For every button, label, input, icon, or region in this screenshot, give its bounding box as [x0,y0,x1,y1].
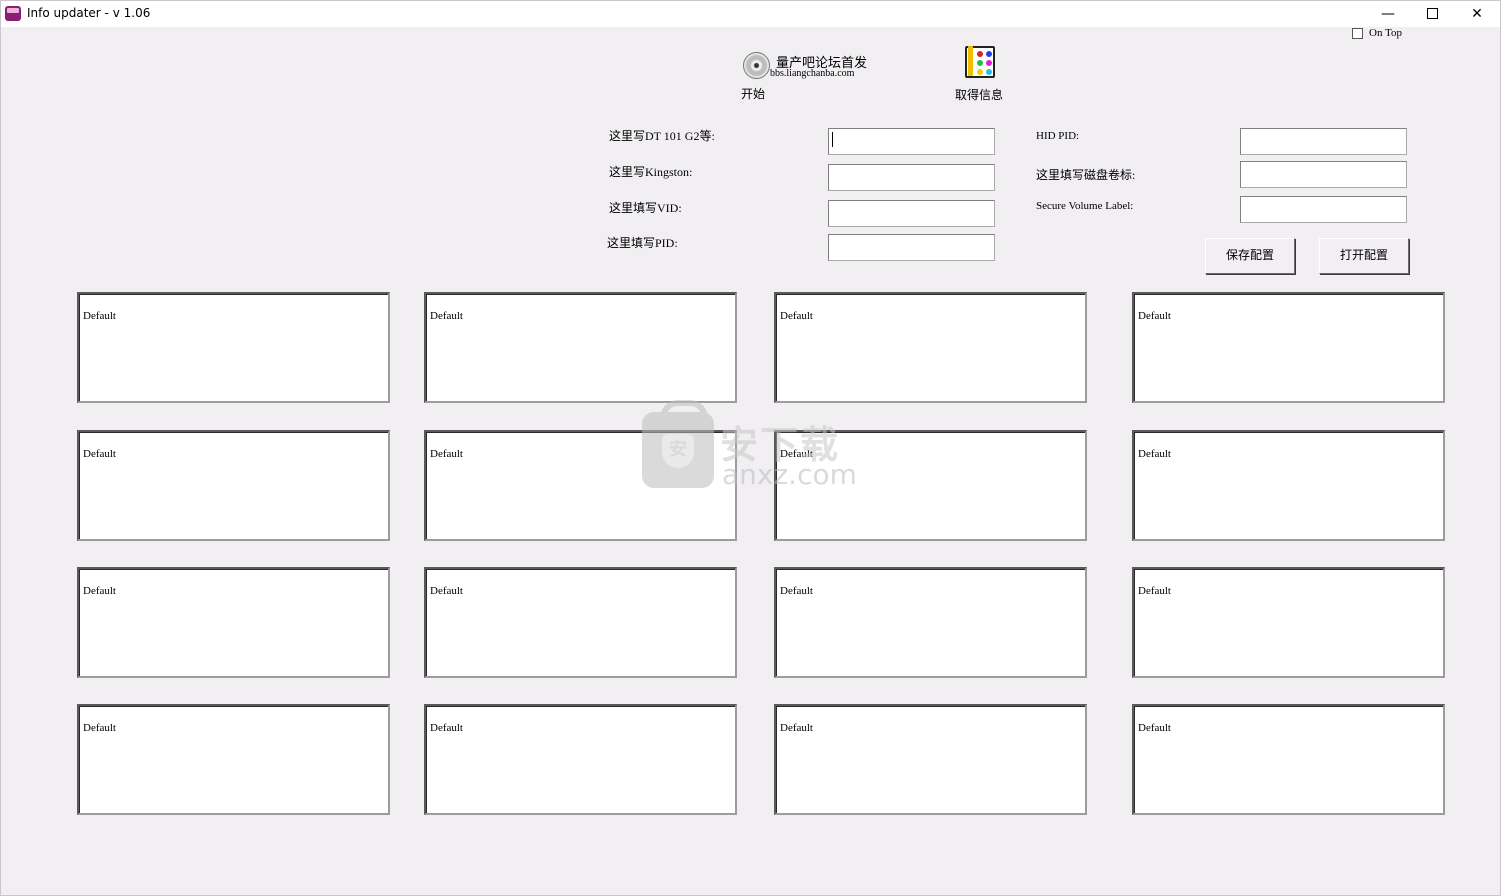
device-cell[interactable]: Default [1132,567,1445,678]
device-cell[interactable]: Default [424,704,737,815]
forum-url: bbs.liangchanba.com [770,68,855,79]
on-top-label: On Top [1369,27,1402,39]
device-cell[interactable]: Default [77,567,390,678]
cd-disc-icon[interactable] [743,52,770,79]
hid-pid-label: HID PID: [1036,130,1080,142]
app-icon [5,6,21,21]
model-label: 这里写DT 101 G2等: [609,129,715,143]
pencil-icon [968,46,973,76]
device-cell[interactable]: Default [1132,704,1445,815]
device-cell[interactable]: Default [424,430,737,541]
save-config-button[interactable]: 保存配置 [1205,238,1295,274]
volume-label-label: 这里填写磁盘卷标: [1036,168,1136,182]
maximize-button[interactable] [1409,1,1455,27]
device-cell[interactable]: Default [1132,430,1445,541]
open-config-button[interactable]: 打开配置 [1319,238,1409,274]
device-cell[interactable]: Default [77,430,390,541]
device-cell[interactable]: Default [1132,292,1445,403]
app-window: Info updater - v 1.06 — ✕ On Top 开始 量产吧论… [0,0,1501,896]
secure-volume-label-label: Secure Volume Label: [1036,200,1134,212]
hid-pid-input[interactable] [1240,128,1407,155]
text-caret [832,132,833,147]
device-cell[interactable]: Default [424,292,737,403]
device-cell[interactable]: Default [774,292,1087,403]
volume-label-input[interactable] [1240,161,1407,188]
start-button-label[interactable]: 开始 [741,85,765,102]
pid-input[interactable] [828,234,995,261]
device-cell[interactable]: Default [77,292,390,403]
maximize-icon [1426,7,1438,19]
title-bar[interactable]: Info updater - v 1.06 — ✕ [1,1,1500,27]
get-info-button-label[interactable]: 取得信息 [955,86,1003,103]
vendor-input[interactable] [828,164,995,191]
close-button[interactable]: ✕ [1454,1,1500,27]
checkbox-box[interactable] [1352,28,1363,39]
device-cell[interactable]: Default [77,704,390,815]
vid-input[interactable] [828,200,995,227]
secure-volume-label-input[interactable] [1240,196,1407,223]
device-cell[interactable]: Default [774,567,1087,678]
minimize-button[interactable]: — [1365,1,1411,27]
vid-label: 这里填写VID: [609,201,682,215]
palette-icon[interactable] [965,46,995,78]
window-title: Info updater - v 1.06 [27,6,151,20]
pid-label: 这里填写PID: [607,236,678,250]
device-cell[interactable]: Default [774,704,1087,815]
model-input[interactable] [828,128,995,155]
device-cell[interactable]: Default [424,567,737,678]
device-cell[interactable]: Default [774,430,1087,541]
vendor-label: 这里写Kingston: [609,165,693,179]
